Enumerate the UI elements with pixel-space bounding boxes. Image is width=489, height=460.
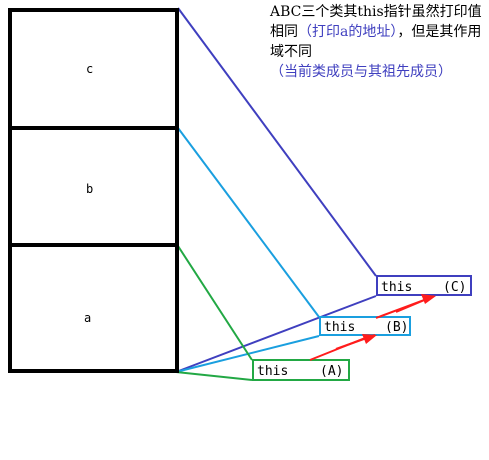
this-box-b-text: this — [324, 320, 355, 335]
memory-cell-a-label: a — [84, 311, 91, 325]
this-pointer-c: this (C) — [376, 275, 472, 296]
this-pointer-a: this (A) — [252, 359, 350, 381]
explanation-note: ABC三个类其this指针虽然打印值相同（打印a的地址），但是其作用域不同（当前… — [270, 2, 488, 82]
this-box-a-suffix: (A) — [320, 364, 343, 379]
this-box-a-text: this — [257, 364, 288, 379]
scope-line-a-top — [177, 245, 253, 361]
arrow-a-to-b — [309, 334, 377, 361]
memory-layout: c b a — [8, 8, 179, 373]
note-part-4: （当前类成员与其祖先成员） — [270, 64, 452, 80]
arrow-b-to-c — [375, 294, 436, 319]
scope-line-a-bottom — [175, 371, 253, 381]
memory-cell-b-label: b — [86, 182, 93, 196]
this-box-b-suffix: (B) — [385, 320, 408, 335]
this-box-c-suffix: (C) — [443, 280, 466, 295]
memory-cell-c-label: c — [86, 62, 93, 76]
this-pointer-b: this (B) — [319, 316, 411, 336]
note-part-2: （打印a的地址） — [298, 24, 398, 40]
memory-outline — [8, 8, 179, 373]
this-box-c-text: this — [381, 280, 412, 295]
scope-line-b-top — [177, 127, 320, 318]
